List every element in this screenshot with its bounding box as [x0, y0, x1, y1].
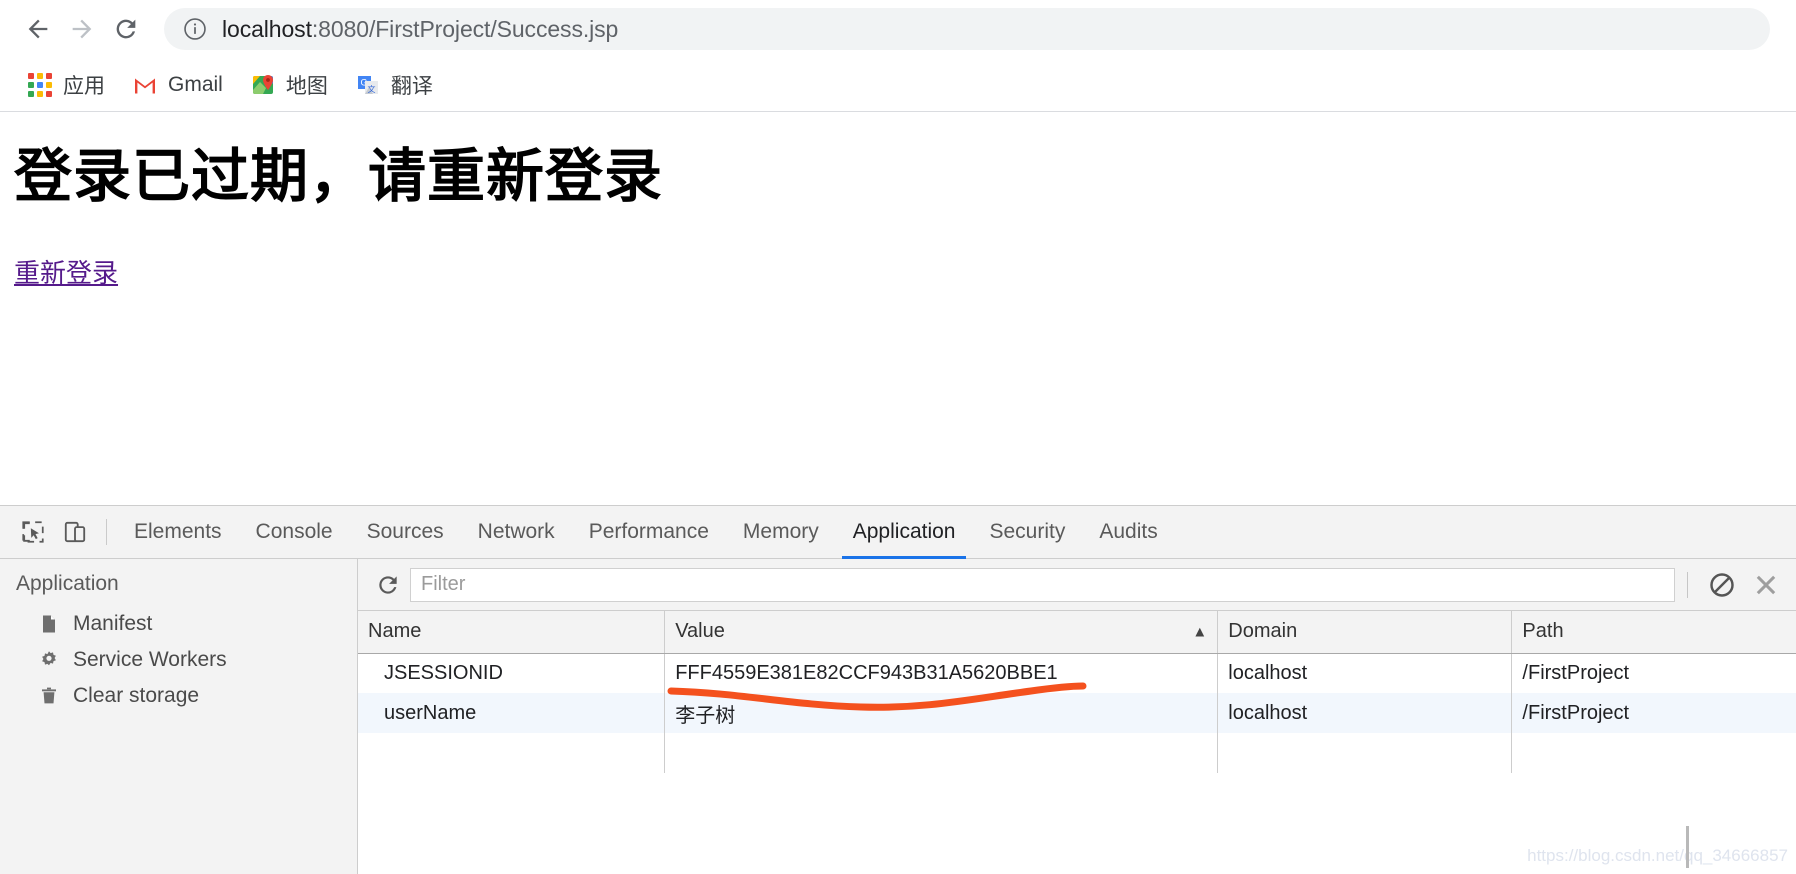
cookies-panel: Name Value ▲ Domain Path Expires J [358, 559, 1796, 874]
tab-security[interactable]: Security [972, 506, 1082, 558]
inspect-cursor-icon [22, 521, 44, 543]
filter-input[interactable] [410, 567, 1675, 602]
cell-cookie-path: /FirstProject [1511, 653, 1796, 693]
trash-icon [38, 685, 60, 707]
table-row[interactable]: userName 李子树 localhost /FirstProject Ses… [358, 693, 1796, 733]
devtools-tabbar: Elements Console Sources Network Perform… [0, 506, 1796, 559]
cell-empty [358, 733, 666, 773]
sidebar-item-manifest[interactable]: Manifest [0, 606, 357, 642]
devtools-panel: Elements Console Sources Network Perform… [0, 505, 1796, 874]
refresh-cookies-button[interactable] [366, 565, 410, 605]
cell-empty [1511, 733, 1796, 773]
tab-network[interactable]: Network [461, 506, 572, 558]
back-arrow-icon [28, 19, 48, 39]
page-title: 登录已过期，请重新登录 [14, 144, 664, 209]
reload-icon [116, 19, 136, 39]
svg-text:文: 文 [367, 84, 375, 94]
application-sidebar: Application Manifest Service Workers Cle… [0, 559, 358, 874]
cell-empty [1217, 733, 1513, 773]
refresh-icon [379, 575, 397, 594]
column-header-path[interactable]: Path [1511, 611, 1796, 654]
address-bar[interactable]: localhost:8080/FirstProject/Success.jsp [164, 8, 1770, 50]
toolbar-divider [106, 519, 107, 545]
column-header-value-label: Value [675, 620, 725, 643]
gmail-icon [133, 73, 157, 97]
column-header-domain[interactable]: Domain [1217, 611, 1513, 654]
bookmark-maps[interactable]: 地图 [241, 66, 338, 104]
cookies-table: Name Value ▲ Domain Path Expires J [358, 611, 1796, 773]
cell-empty [664, 733, 1219, 773]
clear-all-cookies-button[interactable] [1700, 565, 1744, 605]
table-header-row: Name Value ▲ Domain Path Expires [358, 611, 1796, 654]
bookmark-label: 翻译 [390, 74, 433, 98]
table-row[interactable]: JSESSIONID FFF4559E381E82CCF943B31A5620B… [358, 653, 1796, 693]
bookmark-label: Gmail [168, 72, 223, 96]
sidebar-item-label: Manifest [73, 612, 153, 635]
column-header-name[interactable]: Name [358, 611, 666, 654]
column-header-value[interactable]: Value ▲ [664, 611, 1219, 654]
tab-console[interactable]: Console [239, 506, 350, 558]
delete-cookie-button[interactable] [1744, 565, 1788, 605]
cell-cookie-value: 李子树 [664, 693, 1219, 733]
forward-button[interactable] [60, 7, 104, 51]
block-icon [1710, 572, 1734, 597]
back-button[interactable] [16, 7, 60, 51]
bookmark-label: 地图 [285, 74, 328, 98]
cell-cookie-name: JSESSIONID [358, 653, 666, 693]
devtools-body: Application Manifest Service Workers Cle… [0, 559, 1796, 874]
relogin-link[interactable]: 重新登录 [14, 253, 118, 290]
bookmark-translate[interactable]: G 文 翻译 [346, 66, 443, 104]
cell-cookie-domain: localhost [1217, 693, 1513, 733]
document-icon [38, 613, 60, 635]
reload-button[interactable] [104, 7, 148, 51]
tab-audits[interactable]: Audits [1082, 506, 1174, 558]
inspect-element-button[interactable] [12, 506, 54, 558]
cell-cookie-value: FFF4559E381E82CCF943B31A5620BBE1 [664, 653, 1219, 693]
sidebar-section-title: Application [16, 572, 119, 595]
cell-cookie-path: /FirstProject [1511, 693, 1796, 733]
google-translate-icon: G 文 [356, 73, 380, 97]
device-toolbar-icon [64, 521, 86, 543]
sidebar-item-service-workers[interactable]: Service Workers [0, 642, 357, 678]
tab-memory[interactable]: Memory [726, 506, 836, 558]
sidebar-item-label: Service Workers [73, 648, 227, 671]
page-content: 登录已过期，请重新登录 重新登录 [0, 112, 1796, 505]
browser-toolbar: localhost:8080/FirstProject/Success.jsp [0, 0, 1796, 58]
table-row-empty [358, 733, 1796, 773]
google-maps-icon [251, 73, 275, 97]
toolbar-separator [1687, 571, 1688, 598]
tab-application[interactable]: Application [836, 506, 973, 559]
gear-icon [38, 649, 60, 671]
address-bar-text: localhost:8080/FirstProject/Success.jsp [222, 16, 618, 43]
sidebar-item-clear-storage[interactable]: Clear storage [0, 678, 357, 714]
tab-performance[interactable]: Performance [572, 506, 726, 558]
tab-sources[interactable]: Sources [350, 506, 461, 558]
bookmarks-bar: 应用 Gmail 地图 G 文 翻译 [0, 58, 1796, 112]
cell-cookie-name: userName [358, 693, 666, 733]
info-circle-icon[interactable] [182, 16, 208, 42]
cookies-toolbar [358, 559, 1796, 611]
cookies-table-container[interactable]: Name Value ▲ Domain Path Expires J [358, 611, 1796, 874]
bookmark-gmail[interactable]: Gmail [123, 66, 233, 104]
address-bar-path: :8080/FirstProject/Success.jsp [311, 15, 619, 42]
close-icon [1756, 575, 1776, 594]
bookmark-label: 应用 [63, 74, 105, 98]
cell-cookie-domain: localhost [1217, 653, 1513, 693]
device-toolbar-button[interactable] [54, 506, 96, 558]
sort-ascending-icon: ▲ [1192, 623, 1208, 641]
forward-arrow-icon [72, 19, 92, 39]
address-bar-host: localhost [222, 15, 312, 42]
tab-elements[interactable]: Elements [117, 506, 239, 558]
sidebar-item-label: Clear storage [73, 684, 200, 707]
apps-grid-icon [28, 72, 52, 97]
bookmark-apps[interactable]: 应用 [18, 66, 115, 104]
